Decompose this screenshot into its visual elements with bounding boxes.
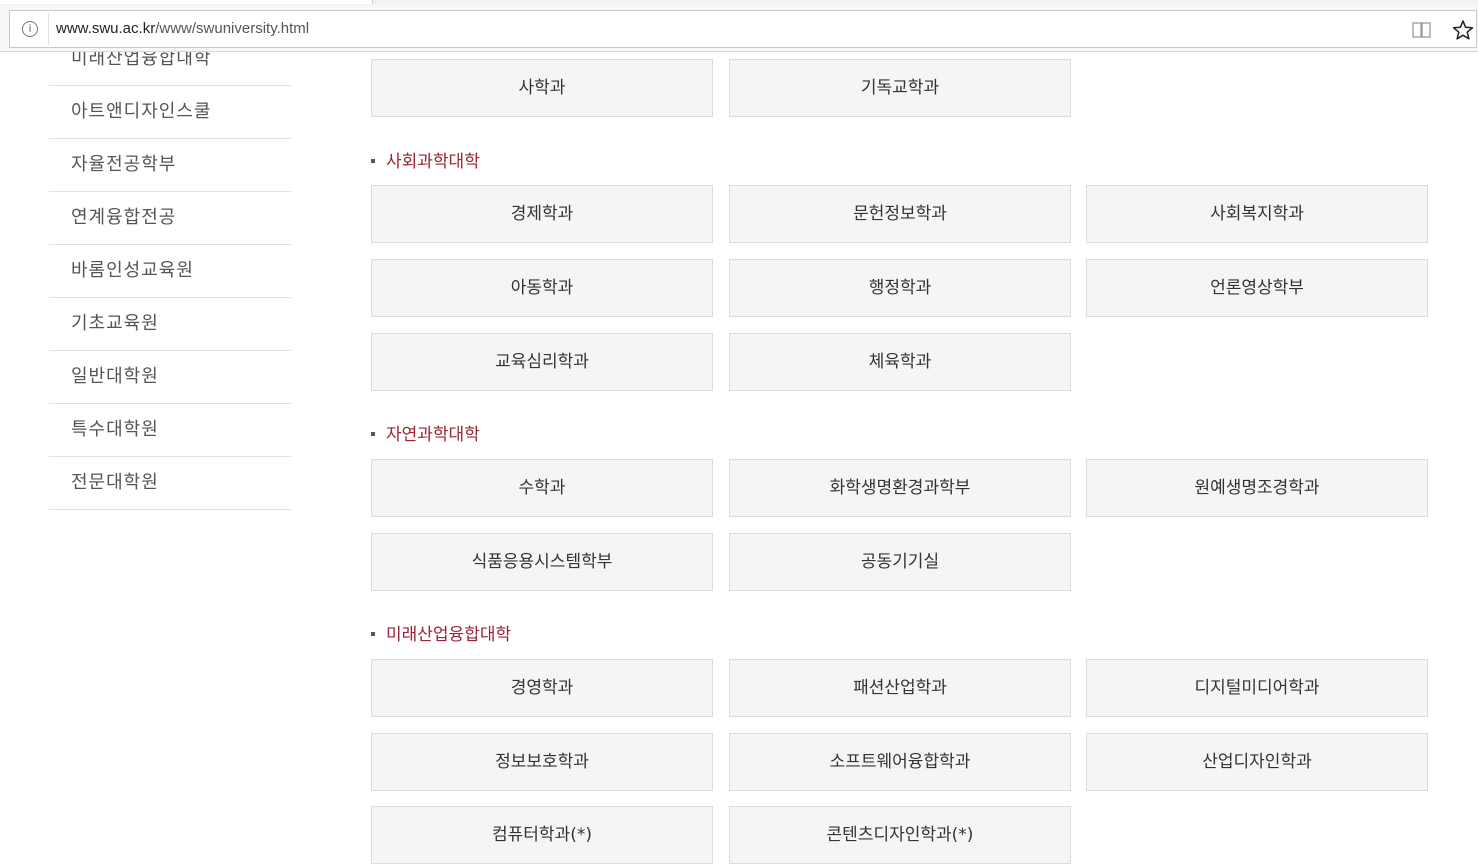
dept-button[interactable]: 사회복지학과 xyxy=(1086,185,1428,243)
url-text[interactable]: www.swu.ac.kr/www/swuniversity.html xyxy=(56,20,309,38)
star-icon[interactable] xyxy=(1452,19,1474,41)
dept-button[interactable]: 경제학과 xyxy=(371,185,713,243)
sidebar-item-self-design-major[interactable]: 자율전공학부 xyxy=(49,140,291,192)
dept-button[interactable]: 정보보호학과 xyxy=(371,733,713,791)
sidebar-item-art-design-school[interactable]: 아트앤디자인스쿨 xyxy=(49,87,291,139)
sidebar-item-basic-education[interactable]: 기초교육원 xyxy=(49,299,291,351)
dept-button[interactable]: 수학과 xyxy=(371,459,713,517)
section-title-natural-sciences: 자연과학대학 xyxy=(371,425,480,445)
dept-button[interactable]: 문헌정보학과 xyxy=(729,185,1071,243)
bullet-icon xyxy=(371,631,375,636)
sidebar-item-barom-center[interactable]: 바롬인성교육원 xyxy=(49,246,291,298)
dept-button[interactable]: 식품응용시스템학부 xyxy=(371,533,713,591)
dept-button[interactable]: 아동학과 xyxy=(371,259,713,317)
sidebar-item-professional-graduate[interactable]: 전문대학원 xyxy=(49,458,291,510)
bullet-icon xyxy=(371,158,375,163)
url-field[interactable]: i www.swu.ac.kr/www/swuniversity.html xyxy=(9,10,1477,48)
section-title-text: 미래산업융합대학 xyxy=(386,625,512,645)
dept-button[interactable]: 사학과 xyxy=(371,59,713,117)
dept-button[interactable]: 기독교학과 xyxy=(729,59,1071,117)
address-bar: i www.swu.ac.kr/www/swuniversity.html xyxy=(0,5,1478,52)
dept-button[interactable]: 화학생명환경과학부 xyxy=(729,459,1071,517)
dept-button[interactable]: 컴퓨터학과(*) xyxy=(371,806,713,864)
bullet-icon xyxy=(371,431,375,436)
section-title-social-sciences: 사회과학대학 xyxy=(371,152,480,172)
dept-button[interactable]: 콘텐츠디자인학과(*) xyxy=(729,806,1071,864)
dept-button[interactable]: 패션산업학과 xyxy=(729,659,1071,717)
section-title-text: 사회과학대학 xyxy=(386,152,480,172)
url-host: www.swu.ac.kr xyxy=(56,20,156,37)
dept-button[interactable]: 산업디자인학과 xyxy=(1086,733,1428,791)
info-icon[interactable]: i xyxy=(22,21,38,37)
dept-button[interactable]: 체육학과 xyxy=(729,333,1071,391)
section-title-text: 자연과학대학 xyxy=(386,425,480,445)
dept-button[interactable]: 행정학과 xyxy=(729,259,1071,317)
dept-button[interactable]: 소프트웨어융합학과 xyxy=(729,733,1071,791)
dept-button[interactable]: 공동기기실 xyxy=(729,533,1071,591)
dept-button[interactable]: 원예생명조경학과 xyxy=(1086,459,1428,517)
active-tab[interactable] xyxy=(0,0,373,4)
dept-button[interactable]: 언론영상학부 xyxy=(1086,259,1428,317)
dept-button[interactable]: 디지털미디어학과 xyxy=(1086,659,1428,717)
reader-mode-icon[interactable] xyxy=(1412,21,1432,39)
sidebar-item-special-graduate[interactable]: 특수대학원 xyxy=(49,405,291,457)
sidebar-item-graduate-school[interactable]: 일반대학원 xyxy=(49,352,291,404)
sidebar-nav: 미래산업융합대학 아트앤디자인스쿨 자율전공학부 연계융합전공 바롬인성교육원 … xyxy=(49,34,291,511)
section-title-future-industry: 미래산업융합대학 xyxy=(371,625,511,645)
url-path: /www/swuniversity.html xyxy=(155,20,310,37)
dept-button[interactable]: 경영학과 xyxy=(371,659,713,717)
url-divider xyxy=(48,13,49,45)
sidebar-item-linked-major[interactable]: 연계융합전공 xyxy=(49,193,291,245)
dept-button[interactable]: 교육심리학과 xyxy=(371,333,713,391)
